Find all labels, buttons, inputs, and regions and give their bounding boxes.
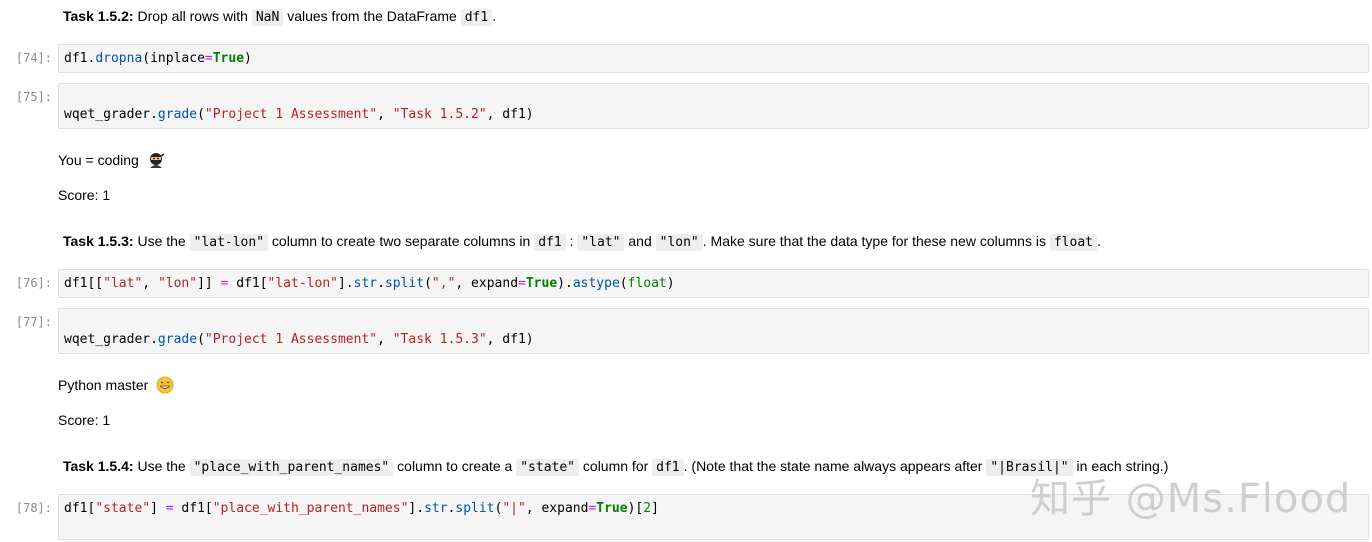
inline-code: df1 [652,459,684,476]
code-cell-76[interactable]: df1[["lat", "lon"]] = df1["lat-lon"].str… [58,269,1369,298]
output-message: You = coding [58,151,165,172]
cell-prompt: [74]: [15,51,52,65]
task-1-5-3-text: Task 1.5.3: Use the "lat-lon" column to … [63,233,1101,251]
watermark: 知乎 @Ms.Flood [1030,476,1352,522]
score-text: Score: 1 [58,412,111,428]
output-message: Python master [58,376,174,397]
cell-prompt: [77]: [15,315,52,329]
code-cell-74[interactable]: df1.dropna(inplace=True) [58,44,1369,73]
inline-code: "state" [516,459,580,476]
code-line[interactable]: df1["state"] = df1["place_with_parent_na… [64,501,659,517]
inline-code: "place_with_parent_names" [189,459,394,476]
task-1-5-2-text: Task 1.5.2: Drop all rows with NaN value… [63,8,497,26]
inline-code: "lat-lon" [189,234,269,251]
cell-prompt: [76]: [15,276,52,290]
code-line[interactable]: df1.dropna(inplace=True) [64,51,252,67]
inline-code: "lat" [577,234,625,251]
inline-code: float [1049,234,1097,251]
inline-code: NaN [251,9,284,26]
cell-prompt: [75]: [15,90,52,104]
inline-code: df1 [534,234,566,251]
task-label: Task 1.5.4: [63,458,134,474]
code-cell-77[interactable]: wqet_grader.grade("Project 1 Assessment"… [58,308,1369,354]
cell-prompt: [78]: [15,501,52,515]
task-1-5-4-text: Task 1.5.4: Use the "place_with_parent_n… [63,458,1169,476]
code-line[interactable]: wqet_grader.grade("Project 1 Assessment"… [64,107,534,123]
code-line[interactable]: wqet_grader.grade("Project 1 Assessment"… [64,332,534,348]
task-label: Task 1.5.3: [63,233,134,249]
code-cell-75[interactable]: wqet_grader.grade("Project 1 Assessment"… [58,83,1369,129]
task-label: Task 1.5.2: [63,8,134,24]
code-line[interactable]: df1[["lat", "lon"]] = df1["lat-lon"].str… [64,276,675,292]
score-text: Score: 1 [58,187,111,203]
inline-code: "lon" [655,234,703,251]
grinning-face-icon [156,376,174,397]
inline-code: df1 [460,9,493,26]
ninja-icon [147,151,165,172]
